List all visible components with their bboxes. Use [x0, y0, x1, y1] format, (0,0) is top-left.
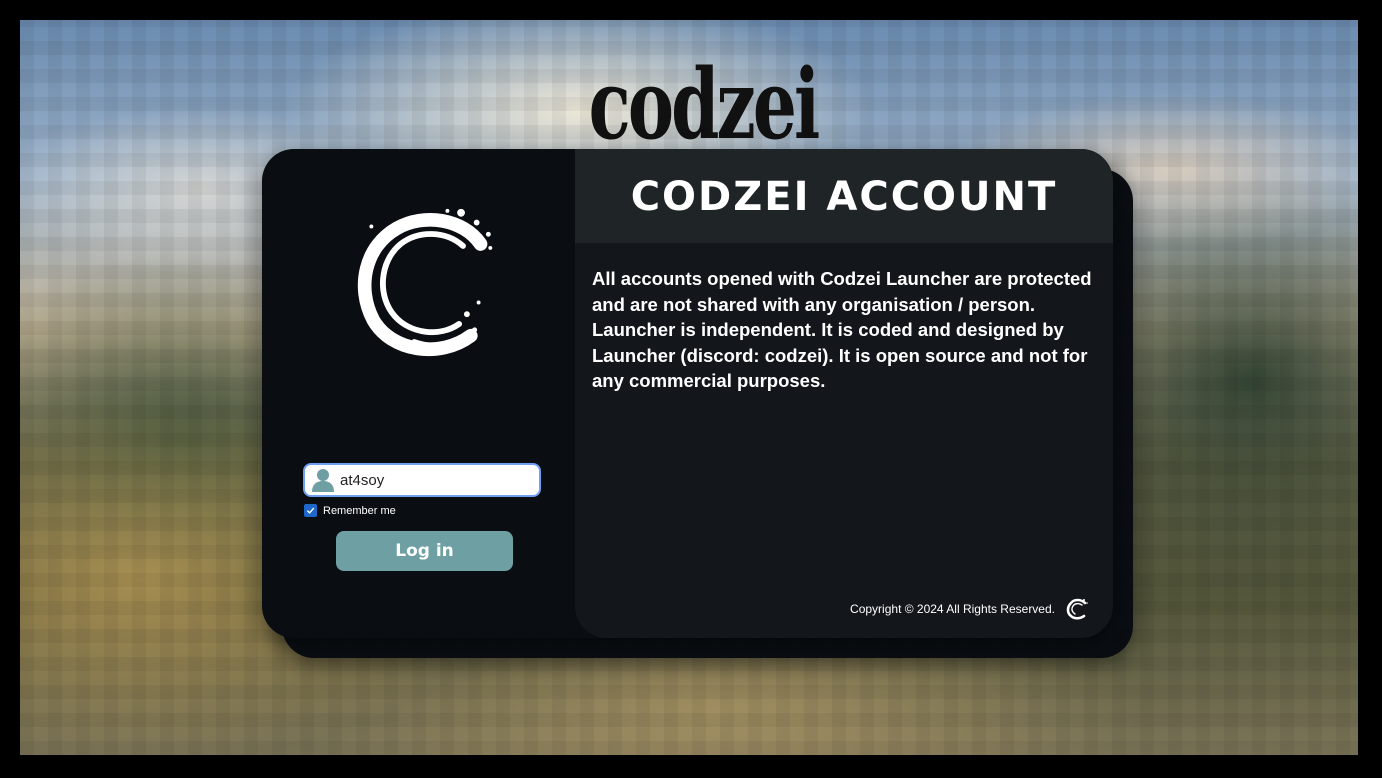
info-header: CODZEI ACCOUNT	[575, 149, 1113, 243]
brand-wordmark: codzei	[588, 48, 821, 161]
checkbox[interactable]	[304, 504, 317, 517]
info-body-text: All accounts opened with Codzei Launcher…	[592, 268, 1092, 391]
copyright-text: Copyright © 2024 All Rights Reserved.	[850, 602, 1055, 616]
login-card-panel: Remember me Log in CODZEI ACCOUNT All ac…	[262, 149, 1113, 638]
username-field[interactable]	[303, 463, 541, 497]
small-logo-icon	[1066, 598, 1088, 620]
login-button[interactable]: Log in	[336, 531, 513, 571]
remember-me-checkbox[interactable]: Remember me	[304, 504, 396, 517]
info-panel: CODZEI ACCOUNT All accounts opened with …	[575, 149, 1113, 638]
check-icon	[306, 507, 315, 514]
remember-me-label: Remember me	[323, 504, 396, 517]
username-input[interactable]	[340, 471, 520, 489]
info-title: CODZEI ACCOUNT	[630, 174, 1058, 220]
swirl-c-logo-icon	[357, 208, 493, 357]
user-icon	[312, 469, 334, 492]
